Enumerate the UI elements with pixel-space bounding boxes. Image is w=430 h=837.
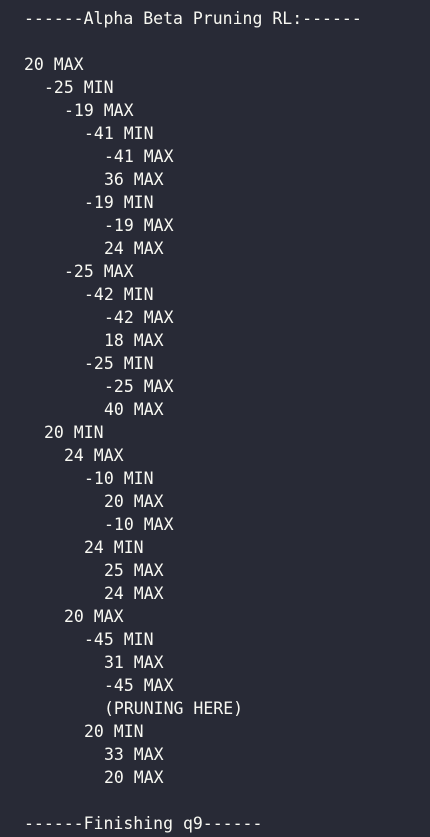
tree-node-line: (PRUNING HERE) bbox=[104, 699, 244, 718]
tree-node-line: -45 MIN bbox=[84, 630, 154, 649]
tree-node-line: -10 MAX bbox=[104, 515, 174, 534]
output-footer: ------Finishing q9------ bbox=[24, 814, 263, 833]
tree-node-line: -25 MAX bbox=[104, 377, 174, 396]
tree-node-line: 18 MAX bbox=[104, 331, 164, 350]
tree-node-line: -45 MAX bbox=[104, 676, 174, 695]
tree-node-line: 20 MAX bbox=[104, 492, 164, 511]
tree-node-line: -19 MIN bbox=[84, 193, 154, 212]
tree-node-line: -25 MIN bbox=[84, 354, 154, 373]
tree-node-line: 36 MAX bbox=[104, 170, 164, 189]
tree-node-line: 24 MAX bbox=[104, 239, 164, 258]
tree-node-line: -19 MAX bbox=[104, 216, 174, 235]
tree-node-line: 24 MAX bbox=[104, 584, 164, 603]
tree-node-line: 20 MIN bbox=[84, 722, 144, 741]
tree-node-line: 31 MAX bbox=[104, 653, 164, 672]
tree-node-line: 25 MAX bbox=[104, 561, 164, 580]
tree-node-line: 40 MAX bbox=[104, 400, 164, 419]
tree-node-line: -42 MAX bbox=[104, 308, 174, 327]
tree-node-line: -25 MIN bbox=[44, 78, 114, 97]
tree-node-line: 20 MIN bbox=[44, 423, 104, 442]
tree-node-line: -41 MAX bbox=[104, 147, 174, 166]
tree-node-line: -19 MAX bbox=[64, 101, 134, 120]
console-output: ------Alpha Beta Pruning RL:------ 20 MA… bbox=[0, 0, 430, 837]
tree-node-line: -42 MIN bbox=[84, 285, 154, 304]
tree-node-line: 20 MAX bbox=[64, 607, 124, 626]
tree-node-line: 33 MAX bbox=[104, 745, 164, 764]
tree-node-line: 24 MAX bbox=[64, 446, 124, 465]
tree-node-line: -41 MIN bbox=[84, 124, 154, 143]
tree-node-line: 24 MIN bbox=[84, 538, 144, 557]
tree-node-line: -25 MAX bbox=[64, 262, 134, 281]
tree-node-line: -10 MIN bbox=[84, 469, 154, 488]
output-header: ------Alpha Beta Pruning RL:------ bbox=[24, 9, 362, 28]
tree-node-line: 20 MAX bbox=[104, 768, 164, 787]
tree-node-line: 20 MAX bbox=[24, 55, 84, 74]
